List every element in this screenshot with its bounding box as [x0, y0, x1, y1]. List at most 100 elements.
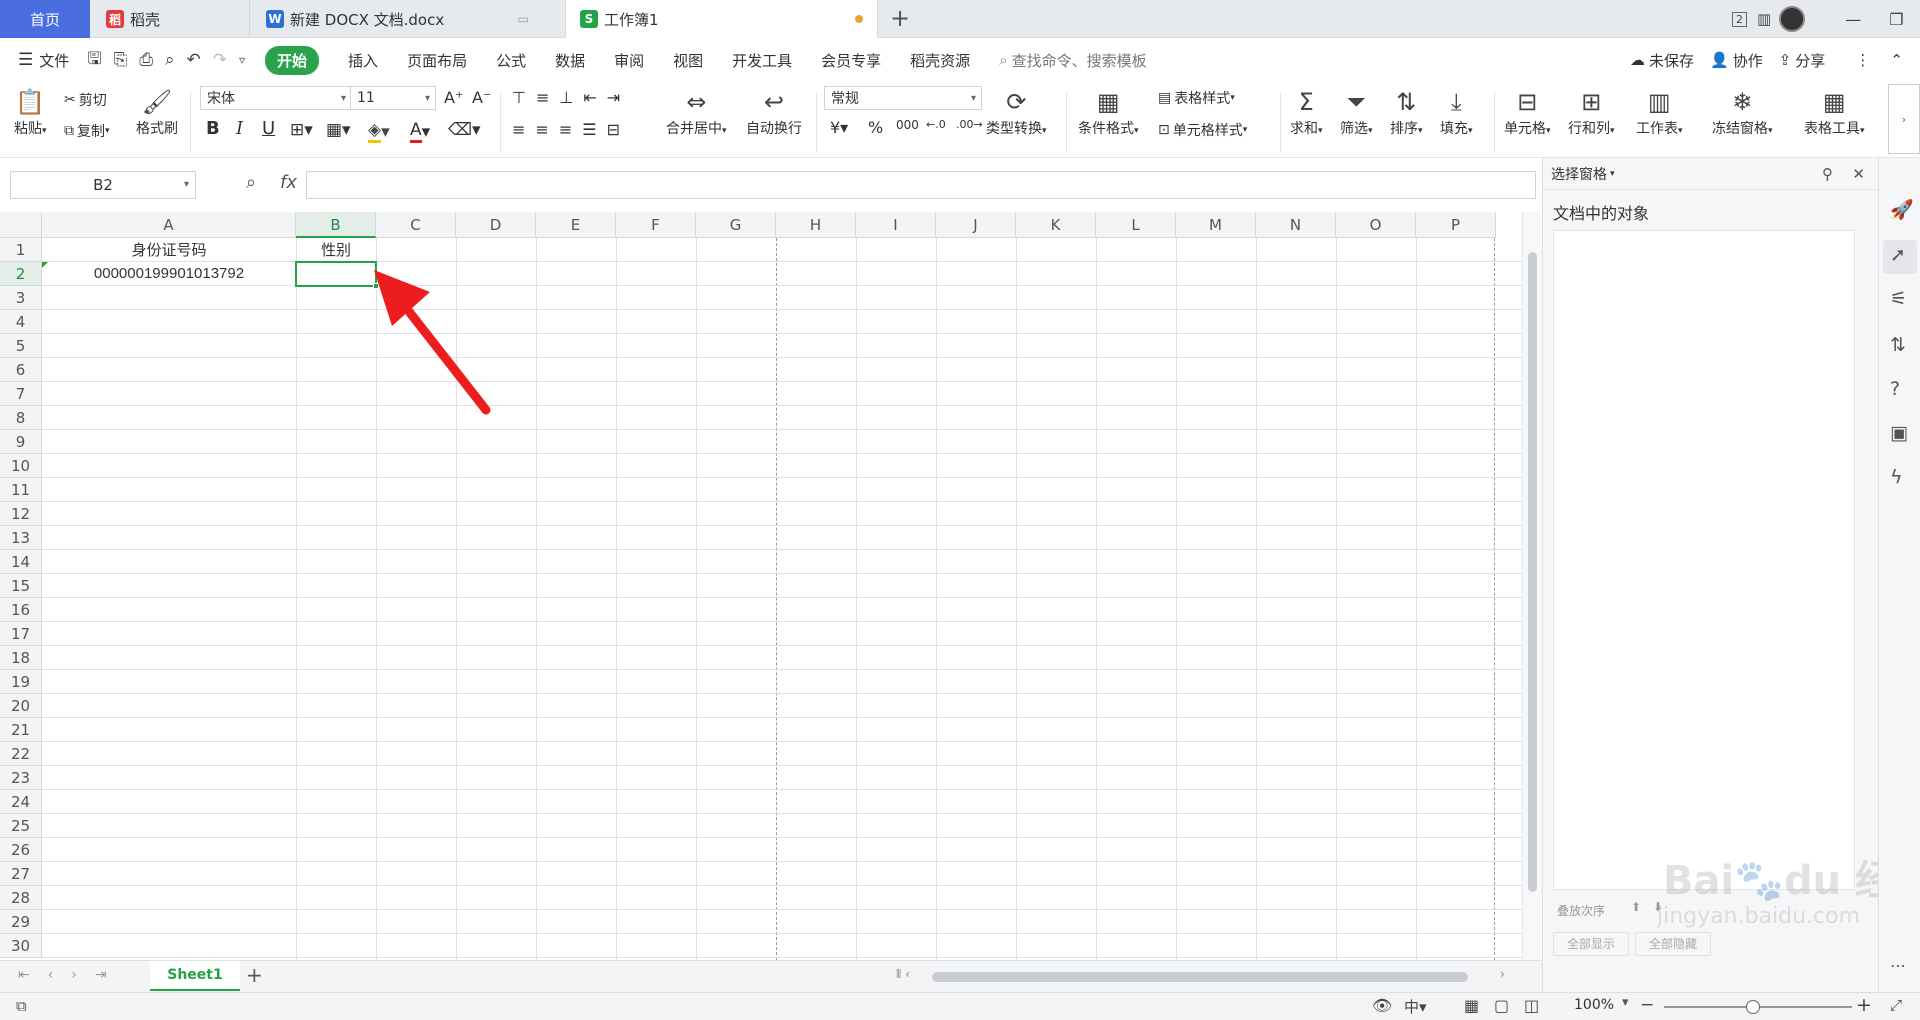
add-sheet-icon[interactable]: + [246, 963, 263, 987]
number-format-select[interactable]: 常规 ▾ [824, 86, 982, 110]
help-icon[interactable]: ? [1890, 378, 1900, 400]
vertical-scroll-thumb[interactable] [1528, 252, 1537, 892]
eye-protection-icon[interactable]: 👁 [1372, 996, 1392, 1015]
transform-icon[interactable]: ⇅ [1890, 334, 1906, 356]
print-preview-icon[interactable]: ⌕ [165, 50, 175, 70]
fill-color-icon[interactable]: ◈ ▾ [368, 120, 390, 143]
menu-start[interactable]: 开始 [265, 45, 320, 75]
row-header-24[interactable]: 24 [0, 790, 42, 814]
menu-data[interactable]: 数据 [555, 50, 585, 71]
vertical-align-icons[interactable]: ⊤≡⊥⇤⇥ [512, 88, 630, 107]
zoom-dropdown-icon[interactable]: ▾ [1622, 995, 1629, 1010]
sheet-nav-icons[interactable]: ⇤‹›⇥ [18, 967, 125, 983]
cell-button[interactable]: ⊟ 单元格▾ [1504, 86, 1551, 138]
customize-chevron-icon[interactable]: ▿ [239, 53, 245, 67]
wrap-text-button[interactable]: ↩ 自动换行 [746, 86, 802, 138]
row-header-1[interactable]: 1 [0, 238, 42, 262]
normal-view-icon[interactable]: ▦ [1464, 996, 1479, 1015]
window-count-badge[interactable]: 2 [1732, 11, 1747, 27]
show-all-button[interactable]: 全部显示 [1553, 932, 1629, 956]
col-header-o[interactable]: O [1336, 212, 1416, 238]
menu-file[interactable]: 文件 [39, 50, 69, 71]
col-header-c[interactable]: C [376, 212, 456, 238]
row-header-3[interactable]: 3 [0, 286, 42, 310]
freeze-button[interactable]: ❄ 冻结窗格▾ [1712, 86, 1773, 138]
selection-pane-title[interactable]: 选择窗格 [1551, 164, 1607, 184]
zoom-level[interactable]: 100% [1574, 997, 1614, 1013]
tab-docx[interactable]: W 新建 DOCX 文档.docx ▭ [250, 0, 566, 38]
page-layout-view-icon[interactable]: ▢ [1494, 996, 1509, 1015]
rocket-icon[interactable]: 🚀 [1890, 198, 1914, 221]
row-header-18[interactable]: 18 [0, 646, 42, 670]
more-horizontal-icon[interactable]: ⋯ [1890, 956, 1906, 975]
increase-decimal-icon[interactable]: ←.0 [926, 118, 946, 131]
underline-button[interactable]: U [262, 118, 275, 139]
tab-home[interactable]: 首页 [0, 0, 90, 38]
zoom-search-icon[interactable]: ⌕ [246, 172, 256, 193]
menu-insert[interactable]: 插入 [348, 50, 378, 71]
currency-icon[interactable]: ¥▾ [830, 118, 848, 137]
col-header-p[interactable]: P [1416, 212, 1496, 238]
font-size-select[interactable]: 11 ▾ [350, 86, 436, 110]
worksheet-button[interactable]: ▥ 工作表▾ [1636, 86, 1683, 138]
menu-daoke-resources[interactable]: 稻壳资源 [910, 50, 970, 71]
font-family-select[interactable]: 宋体 ▾ [200, 86, 352, 110]
table-style-button[interactable]: ▤ 表格样式 ▾ [1158, 88, 1235, 108]
objects-list[interactable] [1553, 230, 1855, 890]
new-tab-button[interactable]: + [890, 4, 910, 32]
collapse-ribbon-icon[interactable]: ⌃ [1890, 51, 1903, 69]
row-header-13[interactable]: 13 [0, 526, 42, 550]
print-icon[interactable]: ⎙ [139, 50, 153, 70]
row-header-15[interactable]: 15 [0, 574, 42, 598]
selected-cell-b2[interactable] [295, 261, 377, 287]
conditional-format-button[interactable]: ▦ 条件格式▾ [1078, 86, 1139, 138]
lightning-icon[interactable]: ϟ [1890, 466, 1903, 488]
col-header-k[interactable]: K [1016, 212, 1096, 238]
row-header-23[interactable]: 23 [0, 766, 42, 790]
tab-workbook[interactable]: S 工作簿1 [566, 0, 878, 38]
cell-style-button[interactable]: ⊡ 单元格样式 ▾ [1158, 120, 1247, 140]
row-header-9[interactable]: 9 [0, 430, 42, 454]
select-all-corner[interactable] [0, 212, 42, 238]
thousands-button[interactable]: 000 [896, 118, 919, 132]
row-header-29[interactable]: 29 [0, 910, 42, 934]
zoom-out-icon[interactable]: − [1640, 995, 1654, 1015]
row-header-25[interactable]: 25 [0, 814, 42, 838]
share-button[interactable]: 分享 [1795, 50, 1825, 71]
fx-icon[interactable]: fx [280, 172, 297, 193]
fullscreen-icon[interactable]: ⤢ [1890, 996, 1902, 1014]
col-header-f[interactable]: F [616, 212, 696, 238]
row-header-19[interactable]: 19 [0, 670, 42, 694]
col-header-i[interactable]: I [856, 212, 936, 238]
ribbon-scroll-right-icon[interactable]: › [1888, 84, 1920, 154]
unsaved-dot-icon[interactable] [855, 15, 863, 23]
row-header-6[interactable]: 6 [0, 358, 42, 382]
menu-developer[interactable]: 开发工具 [732, 50, 792, 71]
col-header-n[interactable]: N [1256, 212, 1336, 238]
col-header-l[interactable]: L [1096, 212, 1176, 238]
menu-view[interactable]: 视图 [673, 50, 703, 71]
table-tools-button[interactable]: ▦ 表格工具▾ [1804, 86, 1865, 138]
percent-button[interactable]: % [868, 118, 883, 137]
rowcol-button[interactable]: ⊞ 行和列▾ [1568, 86, 1615, 138]
restore-icon[interactable]: ❐ [1889, 10, 1903, 29]
close-pane-icon[interactable]: ✕ [1852, 165, 1865, 183]
save-icon[interactable]: 🖫 [87, 46, 101, 75]
row-header-30[interactable]: 30 [0, 934, 42, 958]
redo-icon[interactable]: ↷ [213, 50, 227, 70]
font-color-icon[interactable]: A ▾ [410, 120, 430, 143]
row-header-28[interactable]: 28 [0, 886, 42, 910]
command-search[interactable]: 查找命令、搜索模板 [1012, 50, 1147, 71]
col-header-a[interactable]: A [42, 212, 296, 238]
clear-format-icon[interactable]: ⌫▾ [448, 120, 481, 140]
format-painter-button[interactable]: 🖌 格式刷 [136, 86, 178, 138]
macro-record-icon[interactable]: ⧉ [16, 997, 27, 1015]
menu-formula[interactable]: 公式 [496, 50, 526, 71]
move-up-icon[interactable]: ⬆ [1631, 900, 1641, 914]
hscroll-right-icon[interactable]: › [1500, 967, 1505, 981]
collab-button[interactable]: 协作 [1733, 50, 1763, 71]
col-header-b[interactable]: B [296, 212, 376, 238]
skin-icon[interactable]: ▥ [1757, 10, 1771, 28]
minimize-icon[interactable]: — [1845, 10, 1861, 29]
row-header-5[interactable]: 5 [0, 334, 42, 358]
